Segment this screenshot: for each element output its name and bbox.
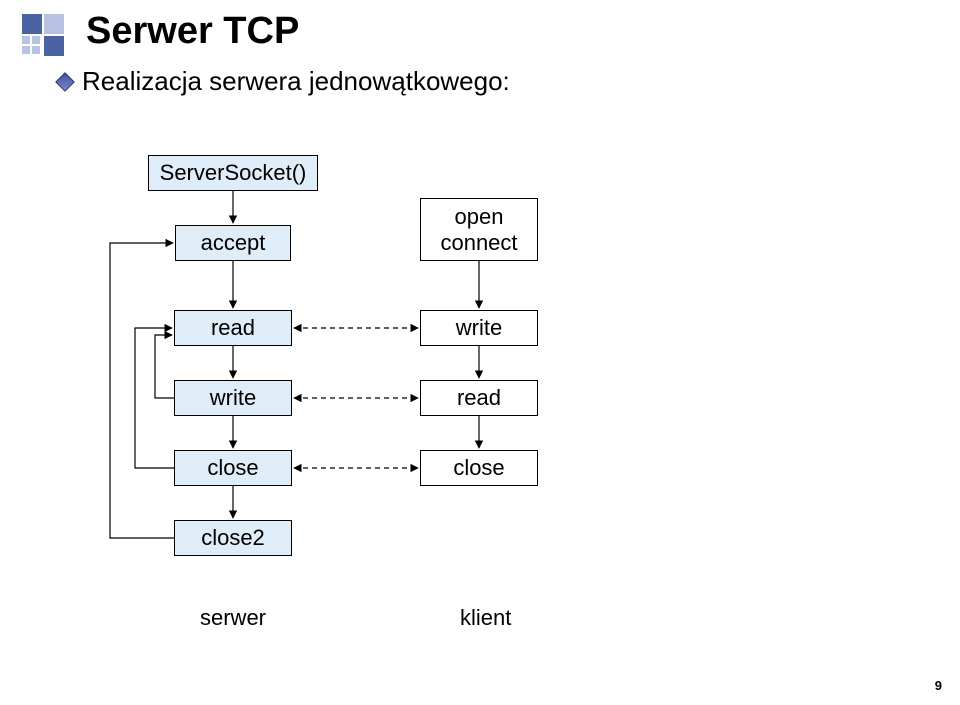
diagram-arrows — [0, 0, 960, 705]
client-open-box: open connect — [420, 198, 538, 261]
client-close-box: close — [420, 450, 538, 486]
page-title: Serwer TCP — [86, 10, 299, 53]
page-number: 9 — [935, 678, 942, 693]
server-column-label: serwer — [200, 605, 266, 631]
bullet-item: Realizacja serwera jednowątkowego: — [58, 66, 510, 97]
server-close2-box: close2 — [174, 520, 292, 556]
bullet-text: Realizacja serwera jednowątkowego: — [82, 66, 510, 97]
server-write-box: write — [174, 380, 292, 416]
logo-icon — [22, 14, 68, 60]
client-write-box: write — [420, 310, 538, 346]
server-read-box: read — [174, 310, 292, 346]
server-socket-box: ServerSocket() — [148, 155, 318, 191]
client-column-label: klient — [460, 605, 511, 631]
client-read-box: read — [420, 380, 538, 416]
server-accept-box: accept — [175, 225, 291, 261]
server-close-box: close — [174, 450, 292, 486]
diamond-icon — [55, 72, 75, 92]
